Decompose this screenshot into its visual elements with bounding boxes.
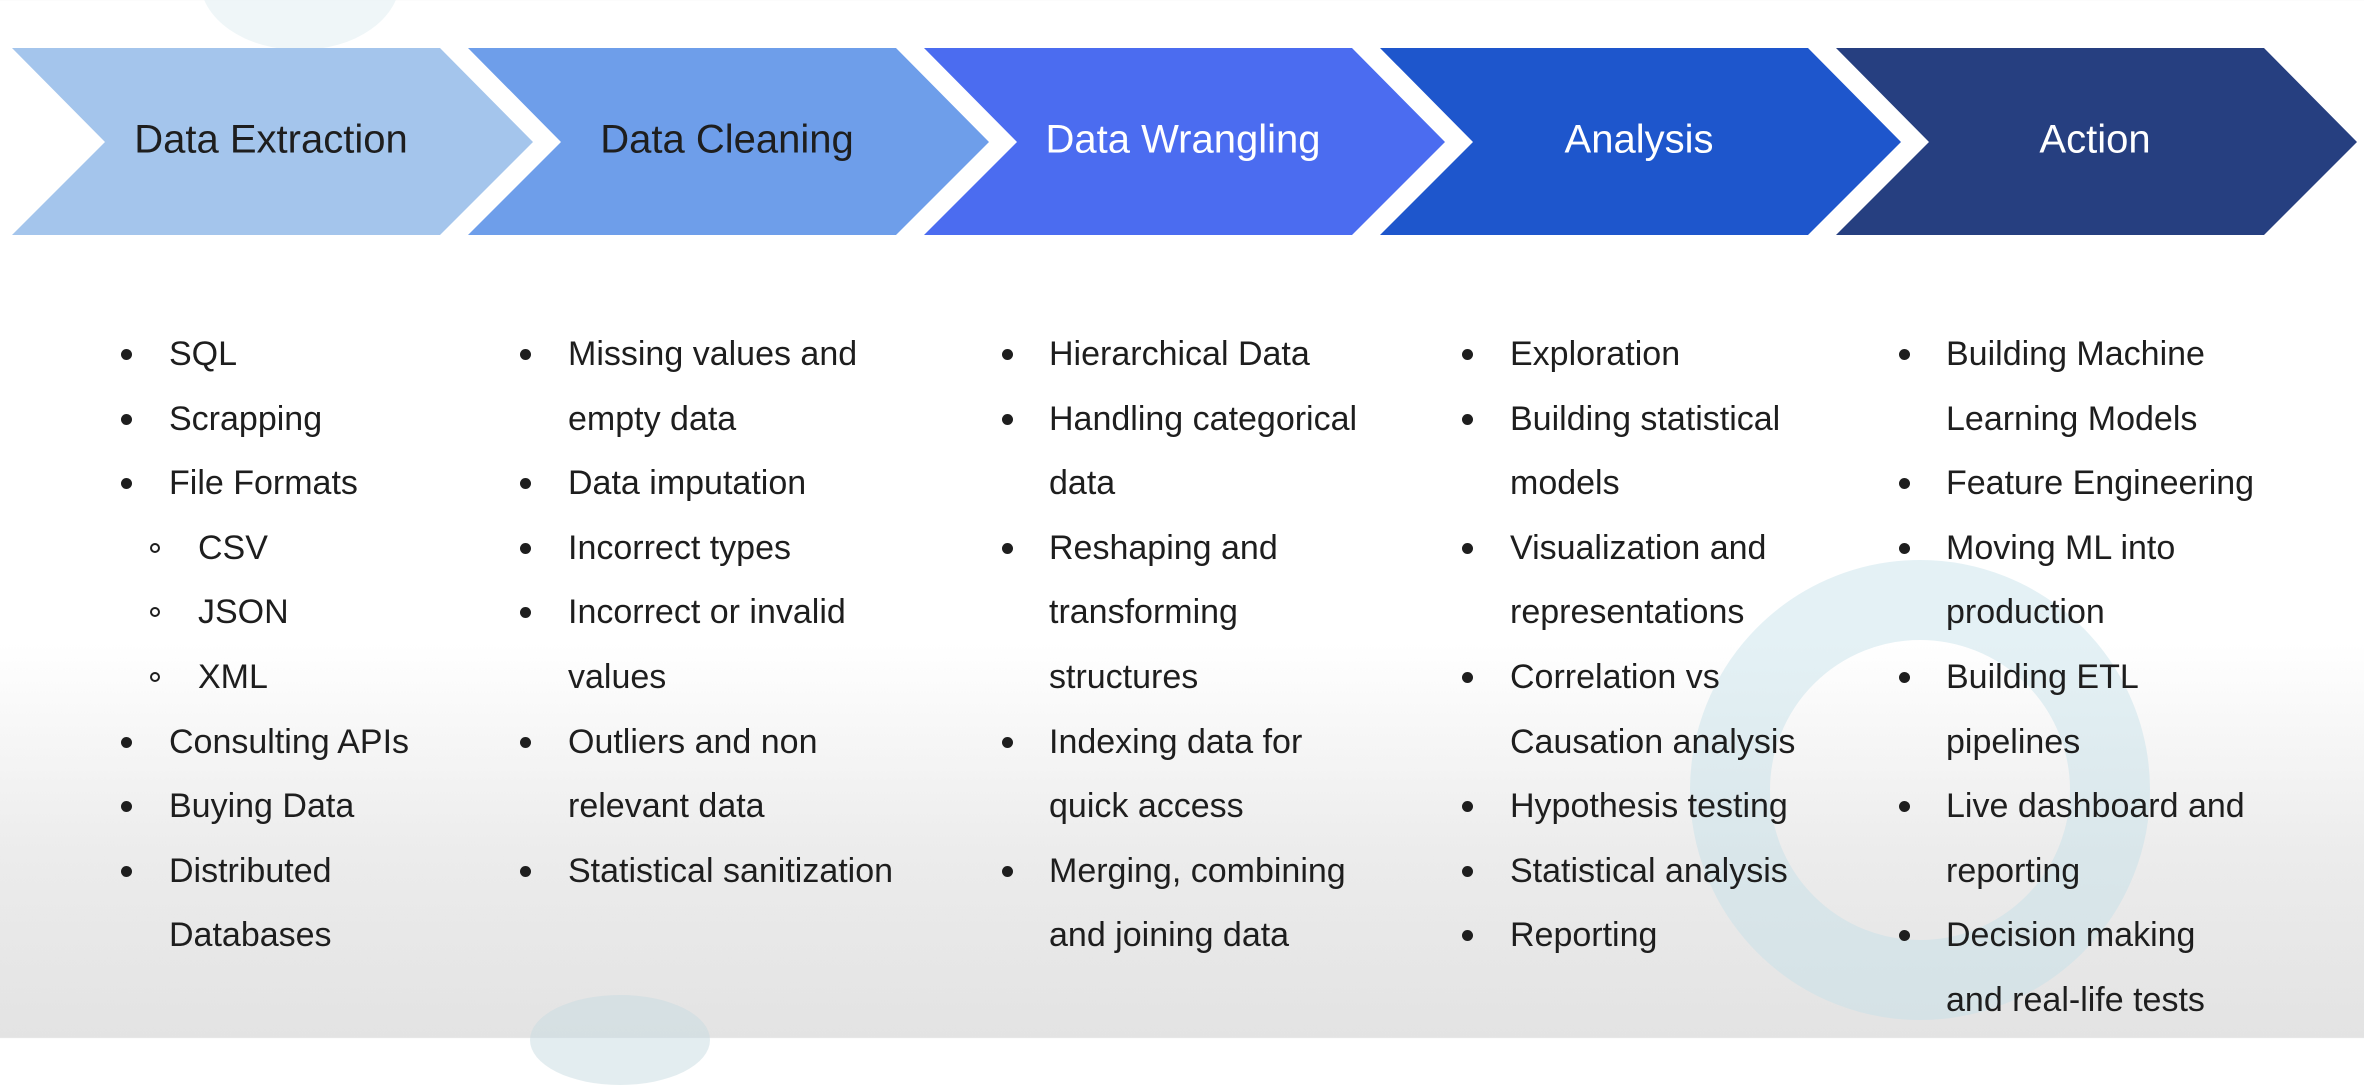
list-item: Correlation vs bbox=[1462, 645, 1860, 710]
list-item: Building statistical bbox=[1462, 387, 1860, 452]
stage-chevron: Data Wrangling bbox=[924, 48, 1445, 235]
stage-label: Action bbox=[2039, 118, 2150, 162]
analysis-list: Exploration Building statistical models Vis… bbox=[1462, 322, 1860, 968]
sub-list-item: JSON bbox=[150, 580, 469, 645]
list-item: Incorrect or invalid bbox=[520, 580, 948, 645]
list-item: Causation analysis bbox=[1510, 722, 1796, 761]
list-item: representations bbox=[1510, 593, 1745, 632]
list-item: Outliers and non bbox=[520, 710, 948, 775]
extraction-list: SQL Scrapping File Formats CSV JSON XML Consul… bbox=[121, 322, 469, 968]
pipeline-chevrons: Data Extraction Data Cleaning Data Wrang… bbox=[12, 48, 2357, 235]
list-item: Learning Models bbox=[1946, 399, 2198, 438]
list-item: Statistical sanitization bbox=[520, 839, 948, 904]
list-item: Building Machine bbox=[1899, 322, 2346, 387]
list-item: Missing values and bbox=[520, 322, 948, 387]
list-item: data bbox=[1049, 464, 1116, 503]
list-item: Reporting bbox=[1462, 903, 1860, 968]
list-item: Decision making bbox=[1899, 903, 2346, 968]
stage-label: Data Cleaning bbox=[600, 118, 854, 162]
list-item: Hierarchical Data bbox=[1002, 322, 1409, 387]
stage-label: Data Extraction bbox=[134, 118, 407, 162]
action-list: Building Machine Learning Models Feature E… bbox=[1899, 322, 2346, 1033]
list-item: Distributed bbox=[121, 839, 469, 904]
sub-list-item: CSV bbox=[150, 516, 469, 581]
list-item: SQL bbox=[121, 322, 469, 387]
list-item: Statistical analysis bbox=[1462, 839, 1860, 904]
list-item: Exploration bbox=[1462, 322, 1860, 387]
list-item: Buying Data bbox=[121, 774, 469, 839]
list-item: Feature Engineering bbox=[1899, 451, 2346, 516]
stage-label: Analysis bbox=[1565, 118, 1714, 162]
list-item: relevant data bbox=[568, 787, 765, 826]
list-item: Data imputation bbox=[520, 451, 948, 516]
list-item: Handling categorical bbox=[1002, 387, 1409, 452]
list-item: Indexing data for bbox=[1002, 710, 1409, 775]
stage-chevron: Analysis bbox=[1380, 48, 1901, 235]
list-item: Hypothesis testing bbox=[1462, 774, 1860, 839]
list-item: reporting bbox=[1946, 851, 2081, 890]
wrangling-list: Hierarchical Data Handling categorical dat… bbox=[1002, 322, 1409, 968]
list-item: models bbox=[1510, 464, 1620, 503]
list-item: and real-life tests bbox=[1946, 980, 2205, 1019]
list-item: Databases bbox=[169, 916, 332, 955]
list-item: Merging, combining bbox=[1002, 839, 1409, 904]
sub-list-item: XML bbox=[150, 645, 469, 710]
list-item: Visualization and bbox=[1462, 516, 1860, 581]
stage-chevron: Action bbox=[1836, 48, 2357, 235]
list-item: production bbox=[1946, 593, 2105, 632]
list-item: Reshaping and bbox=[1002, 516, 1409, 581]
list-item: values bbox=[568, 657, 667, 696]
list-item: and joining data bbox=[1049, 916, 1290, 955]
stage-label: Data Wrangling bbox=[1046, 118, 1321, 162]
stage-chevron: Data Cleaning bbox=[468, 48, 989, 235]
list-item: quick access bbox=[1049, 787, 1244, 826]
list-item: Consulting APIs bbox=[121, 710, 469, 775]
list-item: transforming bbox=[1049, 593, 1238, 632]
background-decoration bbox=[530, 995, 710, 1085]
list-item: empty data bbox=[568, 399, 737, 438]
list-item: Building ETL bbox=[1899, 645, 2346, 710]
list-item: Live dashboard and bbox=[1899, 774, 2346, 839]
list-item: Incorrect types bbox=[520, 516, 948, 581]
list-item: Moving ML into bbox=[1899, 516, 2346, 581]
cleaning-list: Missing values and empty data Data imputat… bbox=[520, 322, 948, 904]
list-item: Scrapping bbox=[121, 387, 469, 452]
list-item: File Formats bbox=[121, 451, 469, 516]
stage-chevron: Data Extraction bbox=[12, 48, 533, 235]
list-item: structures bbox=[1049, 657, 1199, 696]
list-item: pipelines bbox=[1946, 722, 2081, 761]
